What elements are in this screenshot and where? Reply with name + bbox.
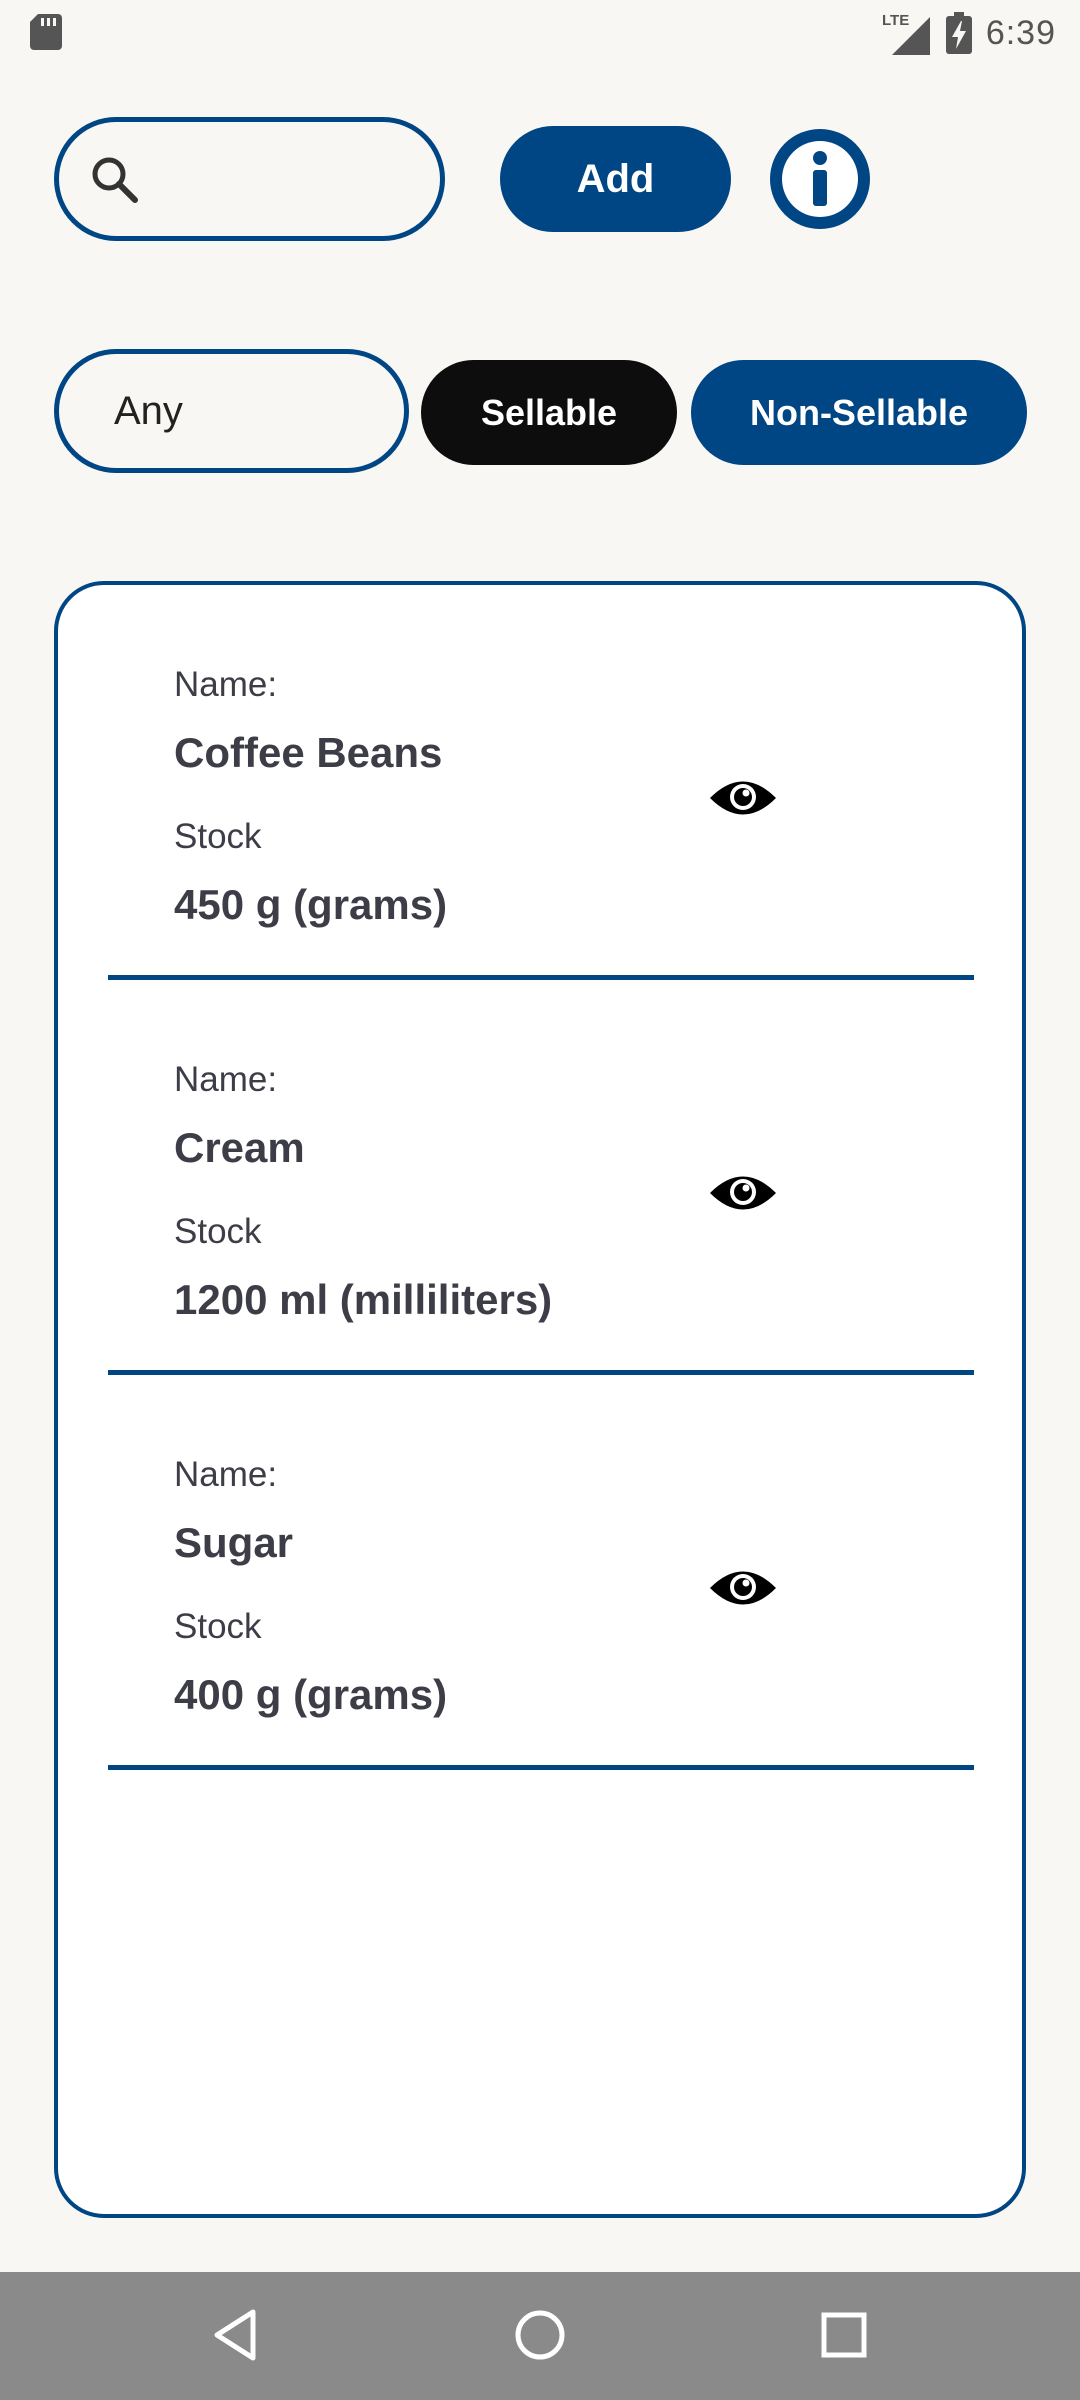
signal-icon: LTE bbox=[882, 12, 930, 55]
item-name: Cream bbox=[174, 1124, 305, 1171]
name-label: Name: bbox=[174, 1060, 278, 1099]
item-name: Coffee Beans bbox=[174, 729, 443, 776]
navigation-bar bbox=[0, 2272, 1080, 2400]
home-icon[interactable] bbox=[507, 2302, 573, 2368]
search-icon bbox=[92, 157, 138, 203]
search-input[interactable] bbox=[159, 142, 419, 216]
list-item: Name: Coffee Beans Stock 450 g (grams) bbox=[108, 585, 974, 980]
name-label: Name: bbox=[174, 665, 278, 704]
recents-icon[interactable] bbox=[811, 2302, 877, 2368]
info-icon[interactable] bbox=[768, 127, 872, 231]
status-icons: LTE 6:39 bbox=[882, 8, 1056, 58]
app-screen: LTE 6:39 Add Any Sellable Non-Sellable N… bbox=[0, 0, 1080, 2400]
item-stock: 450 g (grams) bbox=[174, 881, 448, 928]
sd-card-icon bbox=[30, 14, 62, 50]
item-name: Sugar bbox=[174, 1519, 294, 1566]
eye-icon[interactable] bbox=[708, 775, 778, 821]
filter-any-dropdown[interactable]: Any bbox=[54, 349, 409, 473]
list-item: Name: Sugar Stock 400 g (grams) bbox=[108, 1375, 974, 1770]
add-button[interactable]: Add bbox=[500, 126, 731, 232]
back-icon[interactable] bbox=[203, 2302, 269, 2368]
search-box[interactable] bbox=[54, 117, 445, 241]
item-stock: 1200 ml (milliliters) bbox=[174, 1276, 553, 1323]
status-bar: LTE 6:39 bbox=[0, 0, 1080, 66]
filter-non-sellable-button[interactable]: Non-Sellable bbox=[691, 360, 1027, 465]
inventory-list[interactable]: Name: Coffee Beans Stock 450 g (grams) N… bbox=[54, 581, 1026, 2218]
stock-label: Stock bbox=[174, 1607, 262, 1646]
stock-label: Stock bbox=[174, 1212, 262, 1251]
eye-icon[interactable] bbox=[708, 1565, 778, 1611]
status-time: 6:39 bbox=[985, 13, 1056, 52]
network-label: LTE bbox=[882, 12, 909, 29]
stock-label: Stock bbox=[174, 817, 262, 856]
filter-sellable-button[interactable]: Sellable bbox=[421, 360, 677, 465]
battery-charging-icon bbox=[945, 12, 972, 54]
item-stock: 400 g (grams) bbox=[174, 1671, 448, 1718]
eye-icon[interactable] bbox=[708, 1170, 778, 1216]
list-item: Name: Cream Stock 1200 ml (milliliters) bbox=[108, 980, 974, 1375]
name-label: Name: bbox=[174, 1455, 278, 1494]
